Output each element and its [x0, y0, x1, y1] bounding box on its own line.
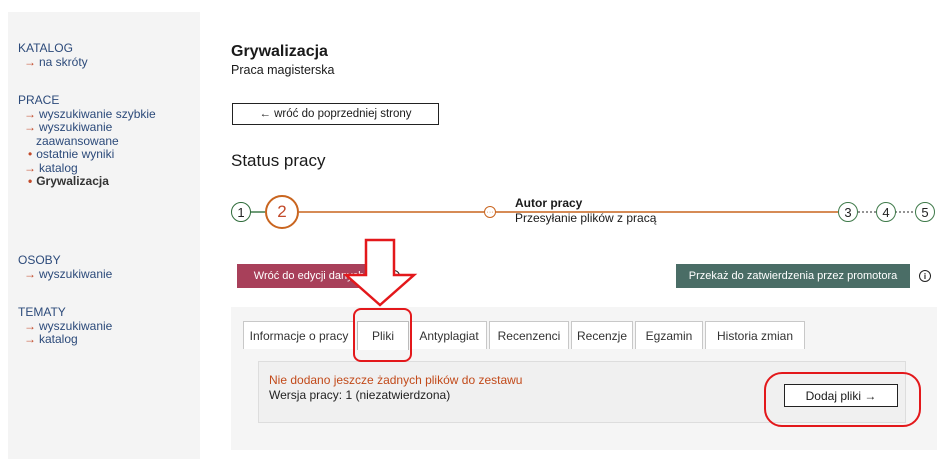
annotation-arrow-icon: [342, 238, 418, 307]
